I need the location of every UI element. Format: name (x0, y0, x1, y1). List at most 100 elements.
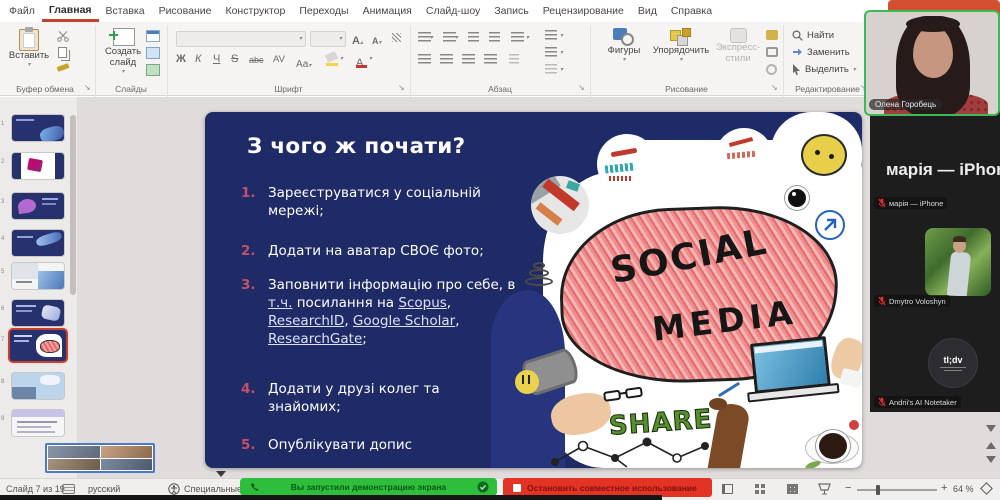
select-button[interactable]: Выделить ▾ (792, 64, 856, 75)
zoom-in-button[interactable]: + (941, 482, 947, 494)
italic-button[interactable]: К (195, 53, 201, 65)
columns-icon[interactable] (509, 54, 519, 64)
new-slide-button[interactable]: Создать слайд ▾ (98, 27, 148, 75)
slide-thumbnail-3[interactable] (12, 193, 64, 219)
accessibility-icon[interactable] (168, 483, 180, 495)
inline-link[interactable]: т.ч. (268, 295, 292, 311)
zoom-out-button[interactable]: − (845, 482, 851, 494)
tab-insert[interactable]: Вставка (99, 0, 152, 22)
zoom-slider-track[interactable] (857, 489, 937, 491)
align-center-icon[interactable] (440, 54, 453, 64)
notetaker-avatar: tl;dv (928, 338, 978, 388)
bold-button[interactable]: Ж (176, 53, 186, 65)
reading-view-button[interactable] (787, 484, 798, 494)
font-dialog-launcher[interactable]: ↘ (398, 83, 405, 92)
tab-help[interactable]: Справка (664, 0, 719, 22)
tab-review[interactable]: Рецензирование (536, 0, 631, 22)
slide-thumbnail-9[interactable] (12, 410, 64, 436)
character-spacing-button[interactable]: AV (273, 54, 285, 65)
slideshow-view-button[interactable] (818, 483, 831, 495)
zoom-percentage[interactable]: 64 % (953, 484, 974, 494)
zoom-slider-thumb[interactable] (876, 485, 880, 495)
cut-icon[interactable] (57, 31, 70, 42)
slide-thumbnail-1[interactable] (12, 115, 64, 141)
slide-thumbnail-8[interactable] (12, 373, 64, 399)
highlight-swatch (326, 63, 338, 66)
reset-icon[interactable] (146, 47, 160, 59)
change-case-button[interactable]: Аа▾ (296, 54, 311, 72)
slide-thumbnail-7-selected[interactable] (10, 330, 66, 361)
section-icon[interactable] (146, 64, 160, 76)
smartart-convert-icon[interactable] (545, 64, 557, 74)
align-left-icon[interactable] (418, 54, 431, 64)
thumb-number: 9 (1, 416, 10, 422)
thumbnail-scrollbar[interactable] (70, 115, 76, 295)
tab-home[interactable]: Главная (42, 0, 99, 22)
underline-button[interactable]: Ч (213, 53, 220, 65)
thumb-number: 1 (1, 121, 10, 127)
font-size-combobox[interactable]: ▾ (310, 31, 346, 47)
slide-thumbnail-4[interactable] (12, 230, 64, 256)
layout-icon[interactable] (146, 30, 160, 42)
tab-draw[interactable]: Рисование (152, 0, 219, 22)
tab-slideshow[interactable]: Слайд-шоу (419, 0, 487, 22)
ribbon-tabs: Файл Главная Вставка Рисование Конструкт… (0, 0, 1000, 22)
slide-thumbnail-6[interactable] (12, 300, 64, 326)
fit-to-window-button[interactable] (980, 482, 993, 495)
shape-outline-icon[interactable] (766, 47, 778, 57)
increase-indent-icon[interactable] (489, 32, 500, 42)
inline-link-google-scholar[interactable]: Google Scholar (353, 313, 455, 329)
dropdown-caret-icon: ▾ (27, 62, 30, 68)
list-number: 5. (241, 436, 268, 454)
active-speaker-video[interactable]: Олена Горобець (864, 10, 1000, 116)
shape-effects-icon[interactable] (766, 64, 777, 75)
font-color-button[interactable]: А ▾ (356, 53, 363, 71)
normal-view-button[interactable] (722, 484, 733, 494)
collapse-arrow-icon[interactable] (216, 471, 226, 477)
shapes-button[interactable]: Фигуры ▾ (600, 28, 648, 63)
paste-button[interactable]: Вставить ▾ (6, 27, 52, 68)
format-painter-icon[interactable] (57, 63, 70, 72)
quick-styles-button[interactable]: Экспресс- стили (714, 28, 762, 65)
paragraph-dialog-launcher[interactable]: ↘ (578, 83, 585, 92)
find-button[interactable]: Найти (792, 30, 834, 41)
slide-thumbnail-10-photo-collage[interactable] (45, 443, 155, 473)
align-text-icon[interactable] (545, 47, 557, 57)
align-right-icon[interactable] (462, 54, 475, 64)
justify-icon[interactable] (484, 54, 497, 64)
shape-fill-icon[interactable] (766, 30, 778, 40)
tab-design[interactable]: Конструктор (218, 0, 292, 22)
check-circle-icon[interactable] (477, 481, 489, 493)
tab-transitions[interactable]: Переходы (292, 0, 355, 22)
next-slide-button[interactable] (986, 456, 996, 463)
scroll-down-icon[interactable] (986, 425, 996, 432)
shrink-font-button[interactable]: А▾ (372, 31, 382, 49)
inline-link-researchgate[interactable]: ResearchGate (268, 331, 362, 347)
clipboard-dialog-launcher[interactable]: ↘ (84, 83, 91, 92)
strikethrough-button[interactable]: S (231, 53, 238, 65)
text-shadow-button[interactable]: abc (249, 55, 264, 65)
tab-record[interactable]: Запись (487, 0, 535, 22)
select-label: Выделить (805, 64, 849, 75)
slide-sorter-view-button[interactable] (755, 484, 766, 494)
slide-thumbnail-2[interactable] (12, 153, 64, 179)
decrease-indent-icon[interactable] (468, 32, 479, 42)
speaker-bangs (906, 16, 960, 32)
notes-icon[interactable] (62, 484, 75, 494)
arrange-button[interactable]: Упорядочить ▾ (652, 28, 710, 63)
line-spacing-icon[interactable] (511, 32, 524, 42)
inline-link-researchid[interactable]: ResearchID (268, 313, 344, 329)
tab-animations[interactable]: Анимация (356, 0, 419, 22)
text-direction-icon[interactable] (545, 30, 557, 40)
inline-link-scopus[interactable]: Scopus (398, 295, 446, 311)
language-indicator[interactable]: русский (88, 484, 120, 494)
replace-button[interactable]: Заменить (792, 47, 850, 58)
font-name-combobox[interactable]: ▾ (176, 31, 306, 47)
grow-font-button[interactable]: А▴ (352, 31, 363, 49)
tab-view[interactable]: Вид (631, 0, 664, 22)
drawing-dialog-launcher[interactable]: ↘ (771, 83, 778, 92)
copy-icon[interactable] (58, 47, 67, 58)
previous-slide-button[interactable] (986, 442, 996, 449)
tab-file[interactable]: Файл (2, 0, 42, 22)
slide-thumbnail-5[interactable] (12, 263, 64, 289)
